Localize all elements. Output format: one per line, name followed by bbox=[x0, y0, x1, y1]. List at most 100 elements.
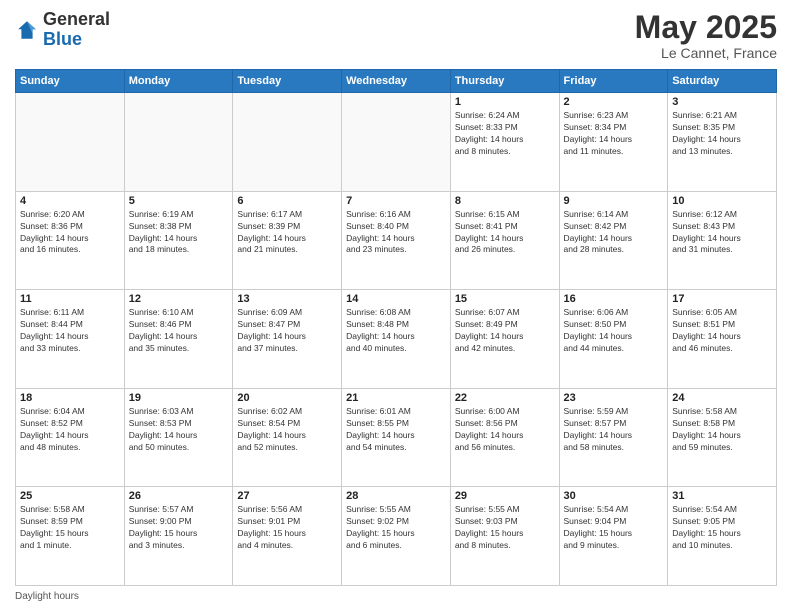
day-number: 30 bbox=[564, 490, 664, 502]
calendar-cell: 15 Sunrise: 6:07 AM Sunset: 8:49 PM Dayli… bbox=[450, 290, 559, 389]
day-info: Sunrise: 5:59 AM Sunset: 8:57 PM Dayligh… bbox=[564, 406, 664, 454]
calendar-cell: 11Sunrise: 6:11 AM Sunset: 8:44 PM Dayli… bbox=[16, 290, 125, 389]
day-info: Sunrise: 6:04 AM Sunset: 8:52 PM Dayligh… bbox=[20, 406, 120, 454]
day-info: Sunrise: 6:21 AM Sunset: 8:35 PM Dayligh… bbox=[672, 110, 772, 158]
day-info: Sunrise: 5:58 AM Sunset: 8:58 PM Dayligh… bbox=[672, 406, 772, 454]
day-info: Sunrise: 6:12 AM Sunset: 8:43 PM Dayligh… bbox=[672, 209, 772, 257]
day-info: Sunrise: 6:03 AM Sunset: 8:53 PM Dayligh… bbox=[129, 406, 229, 454]
col-header-tuesday: Tuesday bbox=[233, 70, 342, 93]
calendar-cell bbox=[342, 93, 451, 192]
day-info: Sunrise: 6:23 AM Sunset: 8:34 PM Dayligh… bbox=[564, 110, 664, 158]
calendar-cell: 31 Sunrise: 5:54 AM Sunset: 9:05 PM Dayli… bbox=[668, 487, 777, 586]
calendar-cell bbox=[124, 93, 233, 192]
day-info: Sunrise: 5:55 AM Sunset: 9:02 PM Dayligh… bbox=[346, 504, 446, 552]
calendar-cell: 24 Sunrise: 5:58 AM Sunset: 8:58 PM Dayli… bbox=[668, 388, 777, 487]
day-number: 29 bbox=[455, 490, 555, 502]
day-number: 9 bbox=[564, 195, 664, 207]
calendar-cell: 2 Sunrise: 6:23 AM Sunset: 8:34 PM Daylig… bbox=[559, 93, 668, 192]
calendar-cell: 28 Sunrise: 5:55 AM Sunset: 9:02 PM Dayli… bbox=[342, 487, 451, 586]
calendar-header-row: SundayMondayTuesdayWednesdayThursdayFrid… bbox=[16, 70, 777, 93]
logo-general-text: General bbox=[43, 10, 110, 30]
day-info: Sunrise: 5:56 AM Sunset: 9:01 PM Dayligh… bbox=[237, 504, 337, 552]
col-header-sunday: Sunday bbox=[16, 70, 125, 93]
day-number: 13 bbox=[237, 293, 337, 305]
day-info: Sunrise: 6:19 AM Sunset: 8:38 PM Dayligh… bbox=[129, 209, 229, 257]
calendar-cell: 17 Sunrise: 6:05 AM Sunset: 8:51 PM Dayli… bbox=[668, 290, 777, 389]
day-info: Sunrise: 6:05 AM Sunset: 8:51 PM Dayligh… bbox=[672, 307, 772, 355]
day-info: Sunrise: 6:16 AM Sunset: 8:40 PM Dayligh… bbox=[346, 209, 446, 257]
day-info: Sunrise: 5:54 AM Sunset: 9:04 PM Dayligh… bbox=[564, 504, 664, 552]
day-number: 23 bbox=[564, 392, 664, 404]
day-number: 28 bbox=[346, 490, 446, 502]
month-title: May 2025 bbox=[635, 10, 777, 45]
day-info: Sunrise: 6:07 AM Sunset: 8:49 PM Dayligh… bbox=[455, 307, 555, 355]
calendar-cell: 10 Sunrise: 6:12 AM Sunset: 8:43 PM Dayli… bbox=[668, 191, 777, 290]
week-row-3: 18 Sunrise: 6:04 AM Sunset: 8:52 PM Dayli… bbox=[16, 388, 777, 487]
day-number: 2 bbox=[564, 96, 664, 108]
day-number: 16 bbox=[564, 293, 664, 305]
day-number: 14 bbox=[346, 293, 446, 305]
day-number: 18 bbox=[20, 392, 120, 404]
calendar-cell: 18 Sunrise: 6:04 AM Sunset: 8:52 PM Dayli… bbox=[16, 388, 125, 487]
week-row-2: 11Sunrise: 6:11 AM Sunset: 8:44 PM Dayli… bbox=[16, 290, 777, 389]
day-number: 31 bbox=[672, 490, 772, 502]
page: General Blue May 2025 Le Cannet, France … bbox=[0, 0, 792, 612]
calendar-cell: 13 Sunrise: 6:09 AM Sunset: 8:47 PM Dayli… bbox=[233, 290, 342, 389]
day-info: Sunrise: 5:54 AM Sunset: 9:05 PM Dayligh… bbox=[672, 504, 772, 552]
calendar-cell: 21 Sunrise: 6:01 AM Sunset: 8:55 PM Dayli… bbox=[342, 388, 451, 487]
day-info: Sunrise: 6:10 AM Sunset: 8:46 PM Dayligh… bbox=[129, 307, 229, 355]
day-number: 3 bbox=[672, 96, 772, 108]
calendar-cell: 1Sunrise: 6:24 AM Sunset: 8:33 PM Daylig… bbox=[450, 93, 559, 192]
day-info: Sunrise: 5:55 AM Sunset: 9:03 PM Dayligh… bbox=[455, 504, 555, 552]
week-row-0: 1Sunrise: 6:24 AM Sunset: 8:33 PM Daylig… bbox=[16, 93, 777, 192]
calendar-cell: 12 Sunrise: 6:10 AM Sunset: 8:46 PM Dayli… bbox=[124, 290, 233, 389]
day-number: 20 bbox=[237, 392, 337, 404]
legend: Daylight hours bbox=[15, 591, 777, 602]
day-number: 15 bbox=[455, 293, 555, 305]
calendar-cell: 14Sunrise: 6:08 AM Sunset: 8:48 PM Dayli… bbox=[342, 290, 451, 389]
week-row-4: 25 Sunrise: 5:58 AM Sunset: 8:59 PM Dayli… bbox=[16, 487, 777, 586]
day-number: 19 bbox=[129, 392, 229, 404]
title-block: May 2025 Le Cannet, France bbox=[635, 10, 777, 61]
day-number: 8 bbox=[455, 195, 555, 207]
day-number: 17 bbox=[672, 293, 772, 305]
day-info: Sunrise: 6:00 AM Sunset: 8:56 PM Dayligh… bbox=[455, 406, 555, 454]
calendar-cell: 27Sunrise: 5:56 AM Sunset: 9:01 PM Dayli… bbox=[233, 487, 342, 586]
logo-text: General Blue bbox=[43, 10, 110, 50]
day-info: Sunrise: 6:14 AM Sunset: 8:42 PM Dayligh… bbox=[564, 209, 664, 257]
calendar-cell: 19 Sunrise: 6:03 AM Sunset: 8:53 PM Dayli… bbox=[124, 388, 233, 487]
calendar-table: SundayMondayTuesdayWednesdayThursdayFrid… bbox=[15, 69, 777, 586]
calendar-cell bbox=[16, 93, 125, 192]
day-number: 11 bbox=[20, 293, 120, 305]
col-header-monday: Monday bbox=[124, 70, 233, 93]
day-info: Sunrise: 6:02 AM Sunset: 8:54 PM Dayligh… bbox=[237, 406, 337, 454]
calendar-cell: 8 Sunrise: 6:15 AM Sunset: 8:41 PM Daylig… bbox=[450, 191, 559, 290]
col-header-friday: Friday bbox=[559, 70, 668, 93]
day-number: 1 bbox=[455, 96, 555, 108]
day-info: Sunrise: 6:01 AM Sunset: 8:55 PM Dayligh… bbox=[346, 406, 446, 454]
calendar-cell: 20 Sunrise: 6:02 AM Sunset: 8:54 PM Dayli… bbox=[233, 388, 342, 487]
calendar-cell: 29 Sunrise: 5:55 AM Sunset: 9:03 PM Dayli… bbox=[450, 487, 559, 586]
calendar-cell: 16Sunrise: 6:06 AM Sunset: 8:50 PM Dayli… bbox=[559, 290, 668, 389]
day-number: 10 bbox=[672, 195, 772, 207]
col-header-wednesday: Wednesday bbox=[342, 70, 451, 93]
day-number: 7 bbox=[346, 195, 446, 207]
day-number: 21 bbox=[346, 392, 446, 404]
day-info: Sunrise: 6:09 AM Sunset: 8:47 PM Dayligh… bbox=[237, 307, 337, 355]
location: Le Cannet, France bbox=[635, 45, 777, 61]
day-info: Sunrise: 5:57 AM Sunset: 9:00 PM Dayligh… bbox=[129, 504, 229, 552]
calendar-cell: 9 Sunrise: 6:14 AM Sunset: 8:42 PM Daylig… bbox=[559, 191, 668, 290]
day-number: 12 bbox=[129, 293, 229, 305]
day-number: 26 bbox=[129, 490, 229, 502]
day-info: Sunrise: 5:58 AM Sunset: 8:59 PM Dayligh… bbox=[20, 504, 120, 552]
day-info: Sunrise: 6:15 AM Sunset: 8:41 PM Dayligh… bbox=[455, 209, 555, 257]
calendar-cell: 7 Sunrise: 6:16 AM Sunset: 8:40 PM Daylig… bbox=[342, 191, 451, 290]
calendar-cell: 6Sunrise: 6:17 AM Sunset: 8:39 PM Daylig… bbox=[233, 191, 342, 290]
day-number: 24 bbox=[672, 392, 772, 404]
calendar-cell: 4Sunrise: 6:20 AM Sunset: 8:36 PM Daylig… bbox=[16, 191, 125, 290]
calendar-cell: 23 Sunrise: 5:59 AM Sunset: 8:57 PM Dayli… bbox=[559, 388, 668, 487]
day-number: 22 bbox=[455, 392, 555, 404]
day-number: 25 bbox=[20, 490, 120, 502]
calendar-cell bbox=[233, 93, 342, 192]
calendar-cell: 26 Sunrise: 5:57 AM Sunset: 9:00 PM Dayli… bbox=[124, 487, 233, 586]
